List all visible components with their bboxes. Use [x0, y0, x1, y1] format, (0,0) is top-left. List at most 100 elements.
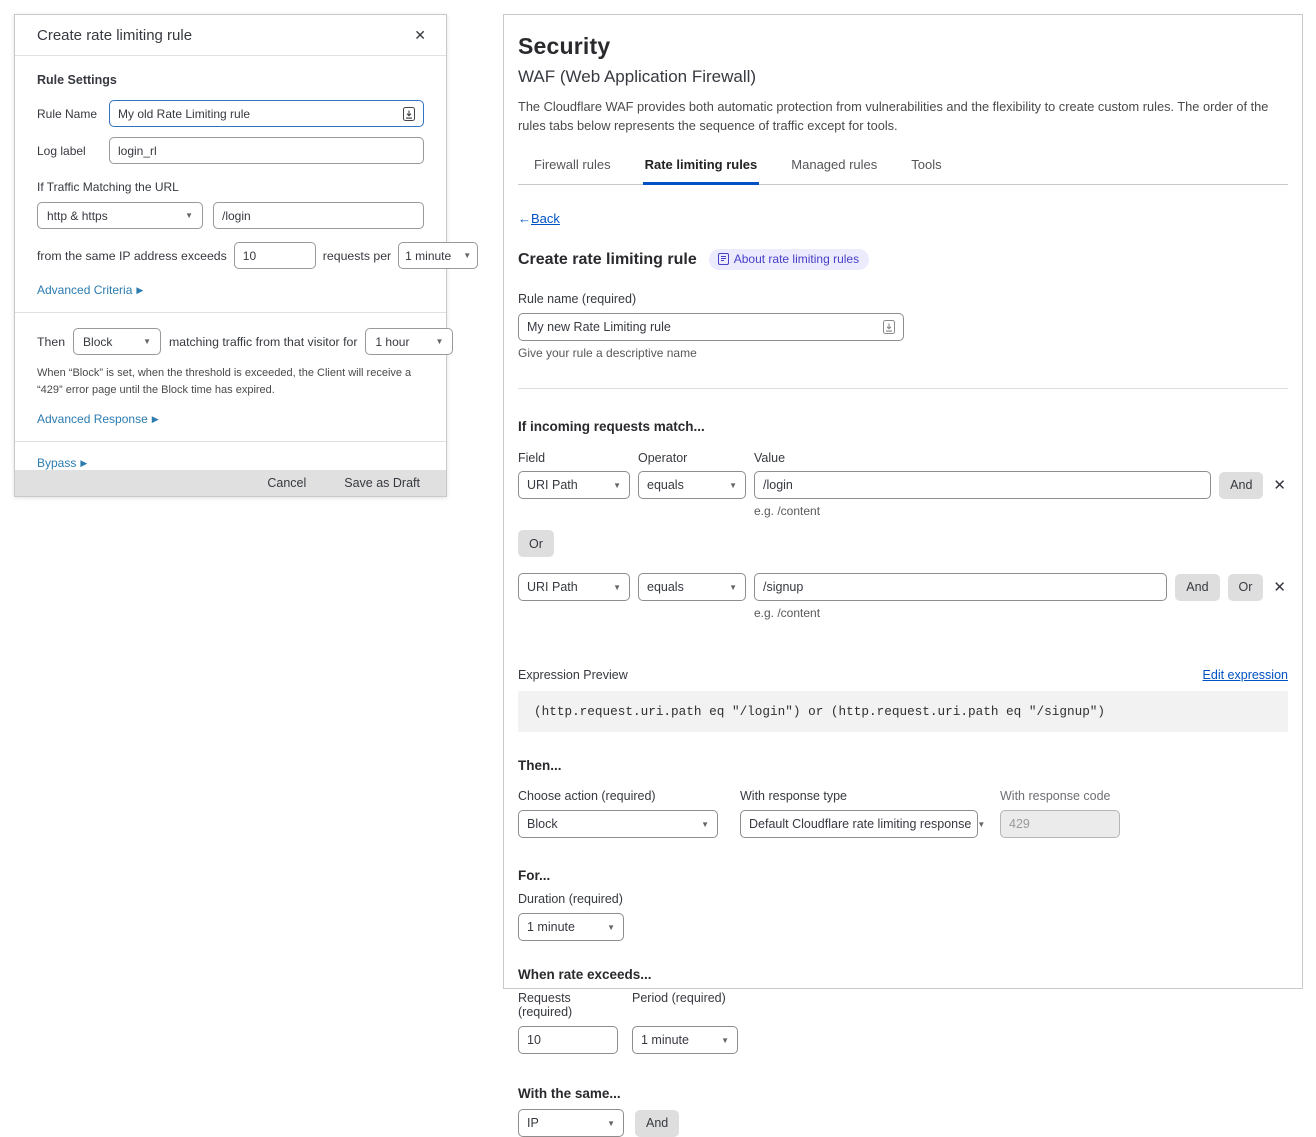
chevron-down-icon: ▼: [723, 583, 737, 592]
threshold-row: from the same IP address exceeds request…: [37, 242, 424, 269]
value-helper: e.g. /content: [754, 606, 1288, 620]
divider: [518, 388, 1288, 389]
close-icon[interactable]: ✕: [414, 27, 426, 44]
advanced-criteria-link[interactable]: Advanced Criteria ▶: [37, 283, 143, 297]
url-input[interactable]: [222, 209, 415, 223]
rule-name-helper: Give your rule a descriptive name: [518, 346, 1288, 360]
rule-name-field[interactable]: [109, 100, 424, 127]
doc-icon: [718, 253, 729, 265]
choose-action-label: Choose action (required): [518, 789, 718, 803]
or-button[interactable]: Or: [1228, 574, 1264, 601]
dialog-footer: Cancel Save as Draft: [15, 470, 446, 496]
tab-tools[interactable]: Tools: [909, 151, 943, 184]
tab-rate-limiting-rules[interactable]: Rate limiting rules: [643, 151, 760, 185]
then-section-heading: Then...: [518, 758, 1288, 773]
rule-name-input[interactable]: [118, 107, 403, 121]
threshold-input[interactable]: [243, 249, 307, 263]
back-link[interactable]: ←Back: [518, 211, 560, 226]
arrow-left-icon: ←: [518, 211, 531, 226]
remove-condition-icon[interactable]: ✕: [1271, 476, 1288, 494]
block-duration-select[interactable]: 1 hour ▼: [365, 328, 453, 355]
autofill-icon[interactable]: [883, 320, 895, 334]
field-label: Field: [518, 451, 630, 465]
log-label-input[interactable]: [118, 144, 415, 158]
dialog-body: Rule Settings Rule Name Log label If Tra…: [15, 56, 446, 470]
response-type-select[interactable]: Default Cloudflare rate limiting respons…: [740, 810, 978, 838]
duration-label: Duration (required): [518, 892, 1288, 906]
operator-select[interactable]: equals ▼: [638, 573, 746, 601]
caret-right-icon: ▶: [152, 414, 159, 425]
about-rate-limiting-badge[interactable]: About rate limiting rules: [709, 249, 869, 270]
value-input[interactable]: [754, 573, 1167, 601]
divider: [15, 312, 446, 313]
chevron-down-icon: ▼: [723, 481, 737, 490]
bypass-link[interactable]: Bypass ▶: [37, 456, 87, 470]
then-label: Then: [37, 335, 65, 349]
response-code-input: [1000, 810, 1120, 838]
security-waf-panel: Security WAF (Web Application Firewall) …: [503, 14, 1303, 989]
then-mid: matching traffic from that visitor for: [169, 335, 357, 349]
divider: [15, 441, 446, 442]
rule-name-field[interactable]: [518, 313, 904, 341]
block-note: When “Block” is set, when the threshold …: [37, 365, 424, 398]
requests-input[interactable]: [518, 1026, 618, 1054]
threshold-mid: requests per: [323, 249, 391, 263]
value-helper: e.g. /content: [754, 504, 1288, 518]
match-section-heading: If incoming requests match...: [518, 419, 1288, 434]
rule-name-label: Rule Name: [37, 107, 109, 121]
field-select[interactable]: URI Path ▼: [518, 471, 630, 499]
log-label-field[interactable]: [109, 137, 424, 164]
waf-tabs: Firewall rules Rate limiting rules Manag…: [518, 151, 1288, 185]
tab-firewall-rules[interactable]: Firewall rules: [532, 151, 613, 184]
create-rule-heading: Create rate limiting rule: [518, 251, 697, 269]
and-characteristic-button[interactable]: And: [635, 1110, 679, 1137]
rate-period-select[interactable]: 1 minute ▼: [632, 1026, 738, 1054]
action-select[interactable]: Block ▼: [518, 810, 718, 838]
threshold-field[interactable]: [234, 242, 316, 269]
duration-select[interactable]: 1 minute ▼: [518, 913, 624, 941]
url-field[interactable]: [213, 202, 424, 229]
field-select[interactable]: URI Path ▼: [518, 573, 630, 601]
response-code-label: With response code: [1000, 789, 1120, 803]
scheme-select[interactable]: http & https ▼: [37, 202, 203, 229]
same-section-heading: With the same...: [518, 1086, 1288, 1101]
expression-preview-label: Expression Preview: [518, 668, 628, 682]
rule-name-row: Rule Name: [37, 100, 424, 127]
advanced-response-link[interactable]: Advanced Response ▶: [37, 412, 159, 426]
create-rate-limit-dialog: Create rate limiting rule ✕ Rule Setting…: [14, 14, 447, 497]
action-select[interactable]: Block ▼: [73, 328, 161, 355]
condition-row-1: URI Path ▼ equals ▼ And ✕: [518, 471, 1288, 499]
rule-settings-heading: Rule Settings: [37, 73, 424, 87]
url-match-row: http & https ▼: [37, 202, 424, 229]
rate-section-heading: When rate exceeds...: [518, 967, 1288, 982]
rule-name-label: Rule name (required): [518, 292, 1288, 306]
characteristic-select[interactable]: IP ▼: [518, 1109, 624, 1137]
for-section-heading: For...: [518, 868, 1288, 883]
autofill-icon[interactable]: [403, 107, 415, 121]
traffic-match-heading: If Traffic Matching the URL: [37, 180, 424, 194]
rule-name-input[interactable]: [527, 320, 883, 334]
chevron-down-icon: ▼: [695, 820, 709, 829]
and-button[interactable]: And: [1175, 574, 1219, 601]
edit-expression-link[interactable]: Edit expression: [1203, 668, 1288, 682]
chevron-down-icon: ▼: [601, 1119, 615, 1128]
tab-managed-rules[interactable]: Managed rules: [789, 151, 879, 184]
save-as-draft-button[interactable]: Save as Draft: [344, 476, 420, 490]
dialog-header: Create rate limiting rule ✕: [15, 15, 446, 56]
chevron-down-icon: ▼: [137, 337, 151, 346]
chevron-down-icon: ▼: [179, 211, 193, 220]
operator-select[interactable]: equals ▼: [638, 471, 746, 499]
cancel-button[interactable]: Cancel: [267, 476, 306, 490]
value-label: Value: [754, 451, 785, 465]
response-type-label: With response type: [740, 789, 978, 803]
chevron-down-icon: ▼: [607, 583, 621, 592]
chevron-down-icon: ▼: [715, 1036, 729, 1045]
caret-right-icon: ▶: [80, 458, 87, 469]
and-button[interactable]: And: [1219, 472, 1263, 499]
value-input[interactable]: [754, 471, 1211, 499]
or-button[interactable]: Or: [518, 530, 554, 557]
page-subtitle: WAF (Web Application Firewall): [518, 67, 1288, 87]
period-select[interactable]: 1 minute ▼: [398, 242, 478, 269]
remove-condition-icon[interactable]: ✕: [1271, 578, 1288, 596]
dialog-title: Create rate limiting rule: [37, 27, 192, 44]
